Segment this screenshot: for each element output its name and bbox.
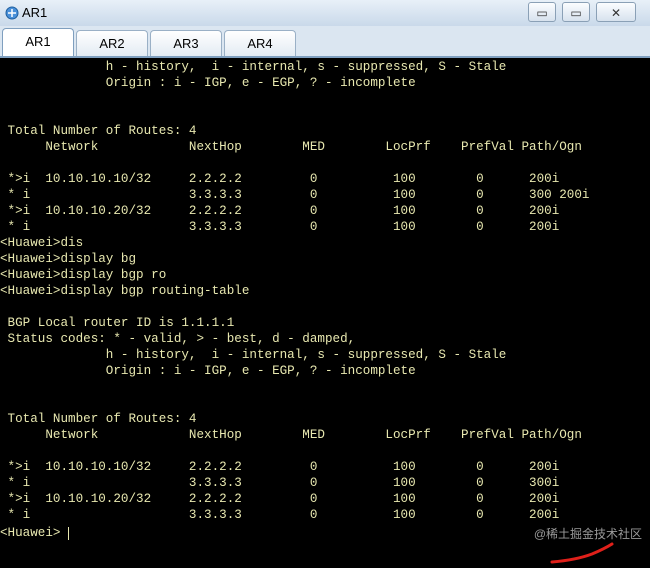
watermark-text: @稀土掘金技术社区 bbox=[533, 527, 642, 541]
terminal-line: * i 3.3.3.3 0 100 0 300i bbox=[0, 476, 560, 490]
window-title: AR1 bbox=[22, 5, 48, 20]
terminal-line: <Huawei>display bgp routing-table bbox=[0, 284, 250, 298]
session-tab-bar: AR1 AR2 AR3 AR4 bbox=[0, 26, 650, 58]
terminal-line: h - history, i - internal, s - suppresse… bbox=[0, 348, 507, 362]
terminal-console[interactable]: h - history, i - internal, s - suppresse… bbox=[0, 58, 650, 564]
terminal-line: * i 3.3.3.3 0 100 0 200i bbox=[0, 220, 560, 234]
terminal-line: <Huawei>dis bbox=[0, 236, 84, 250]
terminal-line: *>i 10.10.10.10/32 2.2.2.2 0 100 0 200i bbox=[0, 460, 560, 474]
window-titlebar: AR1 ▭ ▭ ✕ bbox=[0, 0, 650, 27]
minimize-icon: ▭ bbox=[536, 6, 548, 20]
tab-label: AR3 bbox=[173, 36, 199, 51]
text-cursor bbox=[68, 527, 69, 540]
terminal-line: Origin : i - IGP, e - EGP, ? - incomplet… bbox=[0, 364, 416, 378]
tab-ar1[interactable]: AR1 bbox=[2, 28, 74, 56]
terminal-line: Network NextHop MED LocPrf PrefVal Path/… bbox=[0, 140, 582, 154]
terminal-line: *>i 10.10.10.10/32 2.2.2.2 0 100 0 200i bbox=[0, 172, 560, 186]
router-app-icon bbox=[5, 6, 19, 20]
restore-icon: ▭ bbox=[570, 6, 582, 20]
terminal-line: *>i 10.10.10.20/32 2.2.2.2 0 100 0 200i bbox=[0, 492, 560, 506]
terminal-line: * i 3.3.3.3 0 100 0 200i bbox=[0, 508, 560, 522]
terminal-line: Network NextHop MED LocPrf PrefVal Path/… bbox=[0, 428, 582, 442]
close-icon: ✕ bbox=[610, 6, 622, 20]
restore-button[interactable]: ▭ bbox=[562, 2, 590, 22]
terminal-line: BGP Local router ID is 1.1.1.1 bbox=[0, 316, 235, 330]
terminal-prompt[interactable]: <Huawei> bbox=[0, 525, 60, 541]
minimize-button[interactable]: ▭ bbox=[528, 2, 556, 22]
terminal-line: * i 3.3.3.3 0 100 0 300 200i bbox=[0, 188, 590, 202]
tab-ar2[interactable]: AR2 bbox=[76, 30, 148, 56]
terminal-line: Total Number of Routes: 4 bbox=[0, 412, 197, 426]
tab-ar3[interactable]: AR3 bbox=[150, 30, 222, 56]
terminal-line: *>i 10.10.10.20/32 2.2.2.2 0 100 0 200i bbox=[0, 204, 560, 218]
terminal-line: h - history, i - internal, s - suppresse… bbox=[0, 60, 507, 74]
terminal-line: <Huawei>display bgp ro bbox=[0, 268, 167, 282]
tab-label: AR1 bbox=[25, 34, 51, 49]
terminal-line: Origin : i - IGP, e - EGP, ? - incomplet… bbox=[0, 76, 416, 90]
tab-label: AR4 bbox=[247, 36, 273, 51]
terminal-line: <Huawei>display bg bbox=[0, 252, 137, 266]
tab-ar4[interactable]: AR4 bbox=[224, 30, 296, 56]
close-button[interactable]: ✕ bbox=[596, 2, 636, 22]
terminal-line: Status codes: * - valid, > - best, d - d… bbox=[0, 332, 356, 346]
terminal-line: Total Number of Routes: 4 bbox=[0, 124, 197, 138]
tab-label: AR2 bbox=[99, 36, 125, 51]
